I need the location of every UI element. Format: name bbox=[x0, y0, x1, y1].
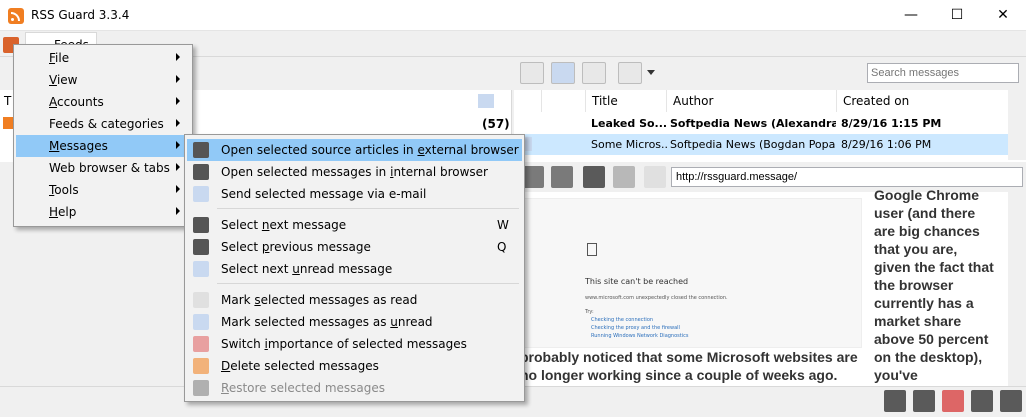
read-icon bbox=[193, 292, 209, 308]
menu-item-accounts[interactable]: Accounts bbox=[16, 91, 190, 113]
article-side-text: Google Chrome user (and there are big ch… bbox=[874, 187, 994, 383]
menu-item-feeds-categories[interactable]: Feeds & categories bbox=[16, 113, 190, 135]
column-title[interactable]: Title bbox=[586, 90, 667, 112]
unread-icon bbox=[193, 314, 209, 330]
menu-item-open-internal[interactable]: Open selected messages in internal brows… bbox=[187, 161, 522, 183]
mail-icon[interactable] bbox=[618, 62, 642, 84]
window-title: RSS Guard 3.3.4 bbox=[31, 8, 130, 22]
minimize-button[interactable]: — bbox=[888, 0, 934, 31]
menu-item-file[interactable]: File bbox=[16, 47, 190, 69]
feeds-header: T bbox=[4, 94, 12, 108]
menu-item-delete[interactable]: Delete selected messages bbox=[187, 355, 522, 377]
chevron-right-icon bbox=[176, 97, 180, 105]
row-created: 8/29/16 1:06 PM bbox=[841, 138, 932, 151]
refresh-icon[interactable] bbox=[884, 390, 906, 412]
table-row[interactable]: Leaked So... Softpedia News (Alexandra..… bbox=[514, 113, 1012, 134]
browser-icon bbox=[193, 164, 209, 180]
article-bottom-text: probably noticed that some Microsoft web… bbox=[520, 349, 858, 383]
important-icon bbox=[193, 336, 209, 352]
chevron-right-icon bbox=[176, 119, 180, 127]
menu-item-select-previous[interactable]: Select previous message Q bbox=[187, 236, 522, 258]
image-detail: www.microsoft.com unexpectedly closed th… bbox=[585, 295, 728, 301]
image-bullet: Checking the connection bbox=[591, 317, 654, 323]
column-important-icon[interactable] bbox=[542, 90, 586, 112]
chevron-right-icon bbox=[176, 163, 180, 171]
app-window: RSS Guard 3.3.4 — ☐ ✕ Feeds T (57) Title… bbox=[0, 0, 1026, 417]
column-author[interactable]: Author bbox=[667, 90, 837, 112]
stop-icon[interactable] bbox=[613, 166, 635, 188]
back-icon[interactable] bbox=[522, 166, 544, 188]
shortcut-label: W bbox=[497, 218, 509, 232]
menu-item-send-email[interactable]: Send selected message via e-mail bbox=[187, 183, 522, 205]
shortcut-label: Q bbox=[497, 240, 507, 254]
menu-item-help[interactable]: Help bbox=[16, 201, 190, 223]
stop-icon[interactable] bbox=[942, 390, 964, 412]
row-title: Some Micros... bbox=[591, 138, 669, 151]
mark-read-icon[interactable] bbox=[520, 62, 544, 84]
forward-icon[interactable] bbox=[551, 166, 573, 188]
image-heading: This site can't be reached bbox=[585, 277, 689, 286]
chevron-right-icon bbox=[176, 75, 180, 83]
chevron-right-icon bbox=[176, 53, 180, 61]
rss-app-icon bbox=[8, 8, 24, 24]
article-scrollbar[interactable] bbox=[1008, 192, 1026, 386]
menu-separator bbox=[217, 208, 519, 209]
unread-count: (57) bbox=[482, 117, 510, 131]
table-row[interactable]: Some Micros... Softpedia News (Bogdan Po… bbox=[514, 134, 1012, 155]
arrow-up-icon bbox=[193, 239, 209, 255]
unread-icon bbox=[478, 94, 494, 108]
important-icon[interactable] bbox=[582, 62, 606, 84]
fullscreen-icon[interactable] bbox=[971, 390, 993, 412]
reload-icon[interactable] bbox=[583, 166, 605, 188]
menu-item-mark-unread[interactable]: Mark selected messages as unread bbox=[187, 311, 522, 333]
url-field[interactable] bbox=[671, 167, 1023, 187]
message-list-scrollbar[interactable] bbox=[1008, 90, 1026, 160]
rss-icon[interactable] bbox=[644, 166, 666, 188]
page-error-icon bbox=[587, 243, 597, 256]
unread-icon bbox=[193, 261, 209, 277]
menu-item-mark-read[interactable]: Mark selected messages as read bbox=[187, 289, 522, 311]
delete-icon bbox=[193, 358, 209, 374]
main-menu: File View Accounts Feeds & categories Me… bbox=[13, 44, 193, 227]
image-bullet: Checking the proxy and the firewall bbox=[591, 325, 680, 331]
article-image: This site can't be reached www.microsoft… bbox=[520, 198, 862, 348]
maximize-button[interactable]: ☐ bbox=[934, 0, 980, 31]
row-author: Softpedia News (Alexandra... bbox=[670, 117, 836, 130]
image-try: Try: bbox=[585, 309, 594, 315]
restore-icon bbox=[193, 380, 209, 396]
title-bar: RSS Guard 3.3.4 — ☐ ✕ bbox=[0, 0, 1026, 31]
menu-item-restore[interactable]: Restore selected messages bbox=[187, 377, 522, 399]
menu-separator bbox=[217, 283, 519, 284]
chevron-right-icon bbox=[176, 141, 180, 149]
column-read-icon[interactable] bbox=[514, 90, 542, 112]
image-bullet: Running Windows Network Diagnostics bbox=[591, 333, 689, 339]
menu-item-select-next-unread[interactable]: Select next unread message bbox=[187, 258, 522, 280]
row-created: 8/29/16 1:15 PM bbox=[841, 117, 942, 130]
menu-item-select-next[interactable]: Select next message W bbox=[187, 214, 522, 236]
menu-item-web-browser[interactable]: Web browser & tabs bbox=[16, 157, 190, 179]
close-tab-icon[interactable] bbox=[1000, 390, 1022, 412]
close-button[interactable]: ✕ bbox=[980, 0, 1026, 31]
column-created[interactable]: Created on bbox=[837, 90, 1008, 112]
menu-item-open-external[interactable]: Open selected source articles in externa… bbox=[187, 139, 522, 161]
row-author: Softpedia News (Bogdan Popa) bbox=[670, 138, 836, 151]
chevron-down-icon[interactable] bbox=[647, 70, 655, 75]
menu-item-tools[interactable]: Tools bbox=[16, 179, 190, 201]
chevron-right-icon bbox=[176, 185, 180, 193]
arrow-down-icon bbox=[193, 217, 209, 233]
mail-send-icon bbox=[193, 186, 209, 202]
messages-submenu: Open selected source articles in externa… bbox=[184, 134, 525, 402]
refresh-all-icon[interactable] bbox=[913, 390, 935, 412]
menu-item-switch-importance[interactable]: Switch importance of selected messages bbox=[187, 333, 522, 355]
row-title: Leaked So... bbox=[591, 117, 668, 130]
menu-item-view[interactable]: View bbox=[16, 69, 190, 91]
search-input[interactable] bbox=[867, 63, 1019, 83]
mark-unread-icon[interactable] bbox=[551, 62, 575, 84]
menu-item-messages[interactable]: Messages bbox=[16, 135, 190, 157]
chevron-right-icon bbox=[176, 207, 180, 215]
browser-icon bbox=[193, 142, 209, 158]
